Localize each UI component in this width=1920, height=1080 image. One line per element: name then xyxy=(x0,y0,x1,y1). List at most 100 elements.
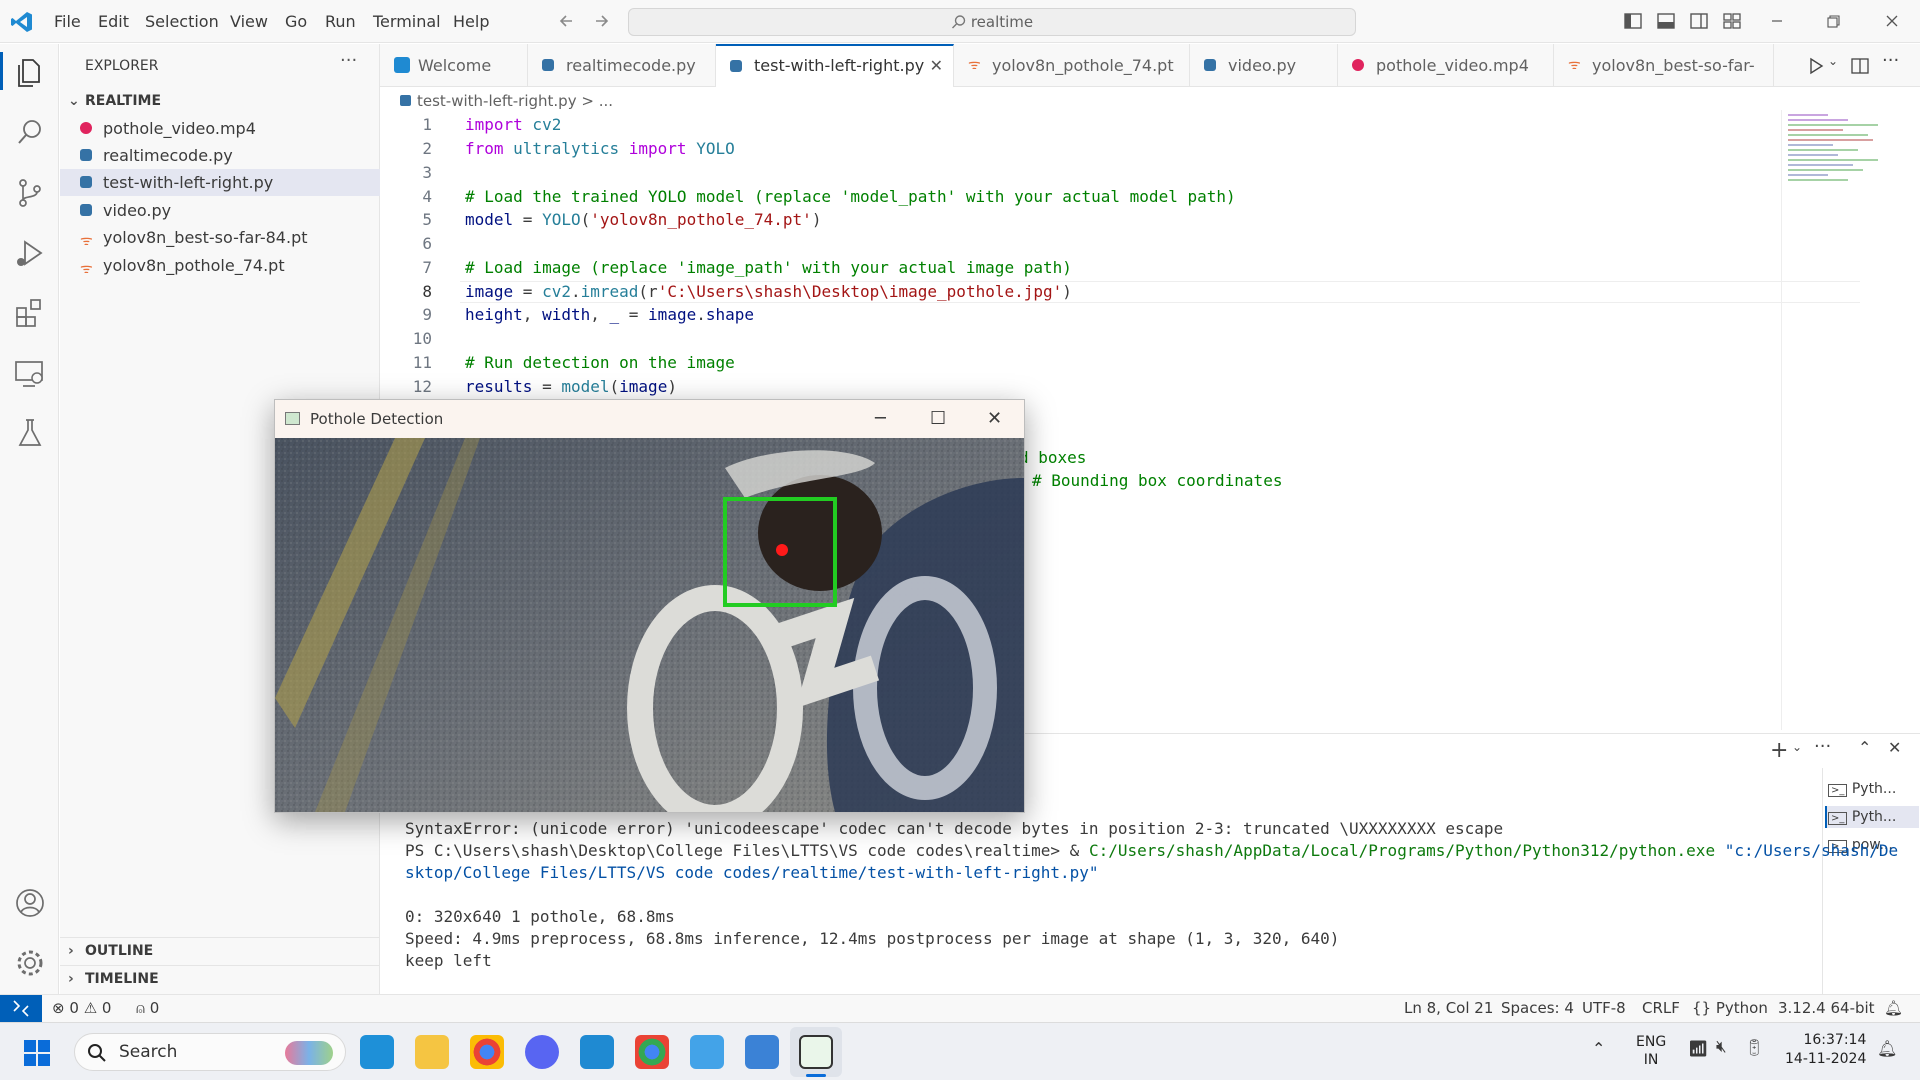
window-titlebar[interactable]: Pothole Detection ─ ☐ ✕ xyxy=(275,400,1024,438)
terminal-session-1[interactable]: >_ Pyth... xyxy=(1828,778,1916,800)
ports-indicator[interactable]: ⍝ 0 xyxy=(136,995,159,1021)
pothole-detection-window: Pothole Detection ─ ☐ ✕ xyxy=(274,399,1025,813)
file-test-with-left-right[interactable]: test-with-left-right.py xyxy=(60,169,380,196)
arrow-left-icon[interactable] xyxy=(556,10,578,32)
toggle-secondary-sidebar-icon[interactable] xyxy=(1688,10,1710,32)
taskbar-search[interactable]: Search xyxy=(74,1033,346,1071)
windows-start-icon[interactable] xyxy=(24,1040,50,1066)
close-icon[interactable]: ✕ xyxy=(987,400,1002,438)
outline-section[interactable]: › OUTLINE xyxy=(60,938,380,965)
source-control-icon[interactable] xyxy=(11,174,49,212)
battery-icon[interactable]: 🔋︎ xyxy=(1744,1038,1764,1057)
code-line-15-tail: # Bounding box coordinates xyxy=(1032,471,1283,490)
explorer-icon[interactable] xyxy=(11,54,49,92)
toggle-primary-sidebar-icon[interactable] xyxy=(1622,10,1644,32)
chrome-icon[interactable] xyxy=(470,1035,504,1069)
toggle-panel-icon[interactable] xyxy=(1655,10,1677,32)
cursor-position[interactable]: Ln 8, Col 21 xyxy=(1404,995,1493,1021)
indentation[interactable]: Spaces: 4 xyxy=(1501,995,1574,1021)
chevron-down-icon[interactable]: ⌄ xyxy=(1792,740,1802,754)
breadcrumb-file[interactable]: test-with-left-right.py xyxy=(417,92,577,110)
arrow-right-icon[interactable] xyxy=(590,10,612,32)
testing-icon[interactable] xyxy=(11,414,49,452)
menu-selection[interactable]: Selection xyxy=(145,12,219,31)
chevron-up-icon[interactable]: ⌃ xyxy=(1592,1039,1605,1058)
file-explorer-icon[interactable] xyxy=(415,1035,449,1069)
problems-indicator[interactable]: ⊗ 0 ⚠ 0 xyxy=(52,995,111,1021)
maximize-panel-icon[interactable]: ⌃ xyxy=(1858,738,1871,757)
extensions-icon[interactable] xyxy=(11,294,49,332)
breadcrumb-rest[interactable]: > ... xyxy=(581,92,613,110)
tab-best-so-far[interactable]: ᯤ yolov8n_best-so-far-84.pt xyxy=(1554,44,1774,118)
clock[interactable]: 16:37:14 14-11-2024 xyxy=(1785,1031,1866,1069)
folder-realtime[interactable]: ⌄ REALTIME xyxy=(60,88,380,115)
menu-help[interactable]: Help xyxy=(453,12,489,31)
tab-pothole-74[interactable]: ᯤ yolov8n_pothole_74.pt xyxy=(954,44,1190,87)
encoding[interactable]: UTF-8 xyxy=(1582,995,1626,1021)
file-realtimecode[interactable]: realtimecode.py xyxy=(60,142,380,169)
more-actions-icon[interactable]: ··· xyxy=(340,50,357,71)
run-debug-icon[interactable] xyxy=(11,234,49,272)
maximize-icon[interactable]: ☐ xyxy=(930,400,946,438)
add-terminal-icon[interactable]: + xyxy=(1770,738,1788,763)
notifications-icon[interactable]: 🔔︎ xyxy=(1884,995,1903,1021)
volume-muted-icon[interactable]: 🔇︎ xyxy=(1716,1037,1727,1057)
menu-go[interactable]: Go xyxy=(285,12,307,31)
vscode-taskbar-icon[interactable] xyxy=(580,1035,614,1069)
tab-welcome[interactable]: Welcome xyxy=(380,44,528,87)
file-pothole-video[interactable]: pothole_video.mp4 xyxy=(60,115,380,142)
menu-edit[interactable]: Edit xyxy=(98,12,129,31)
notifications-icon[interactable]: 🔔︎ xyxy=(1877,1039,1897,1058)
more-actions-icon[interactable]: ··· xyxy=(1882,50,1899,71)
run-file-icon[interactable] xyxy=(1806,56,1826,76)
customize-layout-icon[interactable] xyxy=(1721,10,1743,32)
remote-indicator[interactable] xyxy=(0,995,42,1022)
chrome-profile-icon[interactable] xyxy=(635,1035,669,1069)
more-actions-icon[interactable]: ··· xyxy=(1814,736,1831,757)
vertical-ruler xyxy=(1781,110,1782,730)
menu-file[interactable]: File xyxy=(54,12,81,31)
opencv-window-icon[interactable] xyxy=(799,1035,833,1069)
close-panel-icon[interactable]: ✕ xyxy=(1888,738,1901,757)
tab-test-with-left-right[interactable]: test-with-left-right.py ✕ xyxy=(716,44,954,87)
restore-icon[interactable] xyxy=(1822,10,1844,32)
menu-view[interactable]: View xyxy=(230,12,268,31)
discord-icon[interactable] xyxy=(525,1035,559,1069)
terminal-icon: >_ xyxy=(1828,784,1848,797)
interpreter[interactable]: 3.12.4 64-bit xyxy=(1778,995,1875,1021)
tab-realtimecode[interactable]: realtimecode.py xyxy=(528,44,716,87)
file-video-py[interactable]: video.py xyxy=(60,197,380,224)
command-center-search[interactable]: realtime xyxy=(628,8,1356,36)
desktop-app-icon[interactable] xyxy=(360,1035,394,1069)
tab-pothole-video[interactable]: pothole_video.mp4 xyxy=(1338,44,1554,87)
split-editor-icon[interactable] xyxy=(1850,56,1870,76)
close-tab-icon[interactable]: ✕ xyxy=(930,46,943,86)
rss-file-icon: ᯤ xyxy=(80,261,93,277)
close-icon[interactable] xyxy=(1881,10,1903,32)
python-file-icon xyxy=(80,204,92,216)
search-icon[interactable] xyxy=(11,114,49,152)
file-best-so-far[interactable]: ᯤ yolov8n_best-so-far-84.pt xyxy=(60,224,380,251)
line-ending[interactable]: CRLF xyxy=(1642,995,1680,1021)
timeline-section[interactable]: › TIMELINE xyxy=(60,966,380,993)
minimap[interactable] xyxy=(1788,114,1888,204)
account-icon[interactable] xyxy=(11,884,49,922)
code-line-11: # Run detection on the image xyxy=(465,353,735,372)
terminal-session-2[interactable]: >_ Pyth... xyxy=(1825,806,1919,828)
minimize-icon[interactable] xyxy=(1766,10,1788,32)
minimize-icon[interactable]: ─ xyxy=(875,400,886,438)
line-number: 7 xyxy=(422,258,432,277)
file-pothole-74[interactable]: ᯤ yolov8n_pothole_74.pt xyxy=(60,252,380,279)
notepad-icon[interactable] xyxy=(690,1035,724,1069)
chevron-down-icon[interactable]: ⌄ xyxy=(1828,54,1838,68)
wifi-icon[interactable]: 📶︎ xyxy=(1688,1039,1708,1058)
remote-explorer-icon[interactable] xyxy=(11,354,49,392)
language-indicator[interactable]: ENG IN xyxy=(1636,1033,1666,1069)
vscode-logo-icon[interactable] xyxy=(10,10,34,34)
gear-icon[interactable] xyxy=(11,944,49,982)
menu-terminal[interactable]: Terminal xyxy=(373,12,441,31)
photos-icon[interactable] xyxy=(745,1035,779,1069)
menu-run[interactable]: Run xyxy=(325,12,356,31)
language-mode[interactable]: {} Python xyxy=(1692,995,1768,1021)
tab-video-py[interactable]: video.py xyxy=(1190,44,1338,87)
